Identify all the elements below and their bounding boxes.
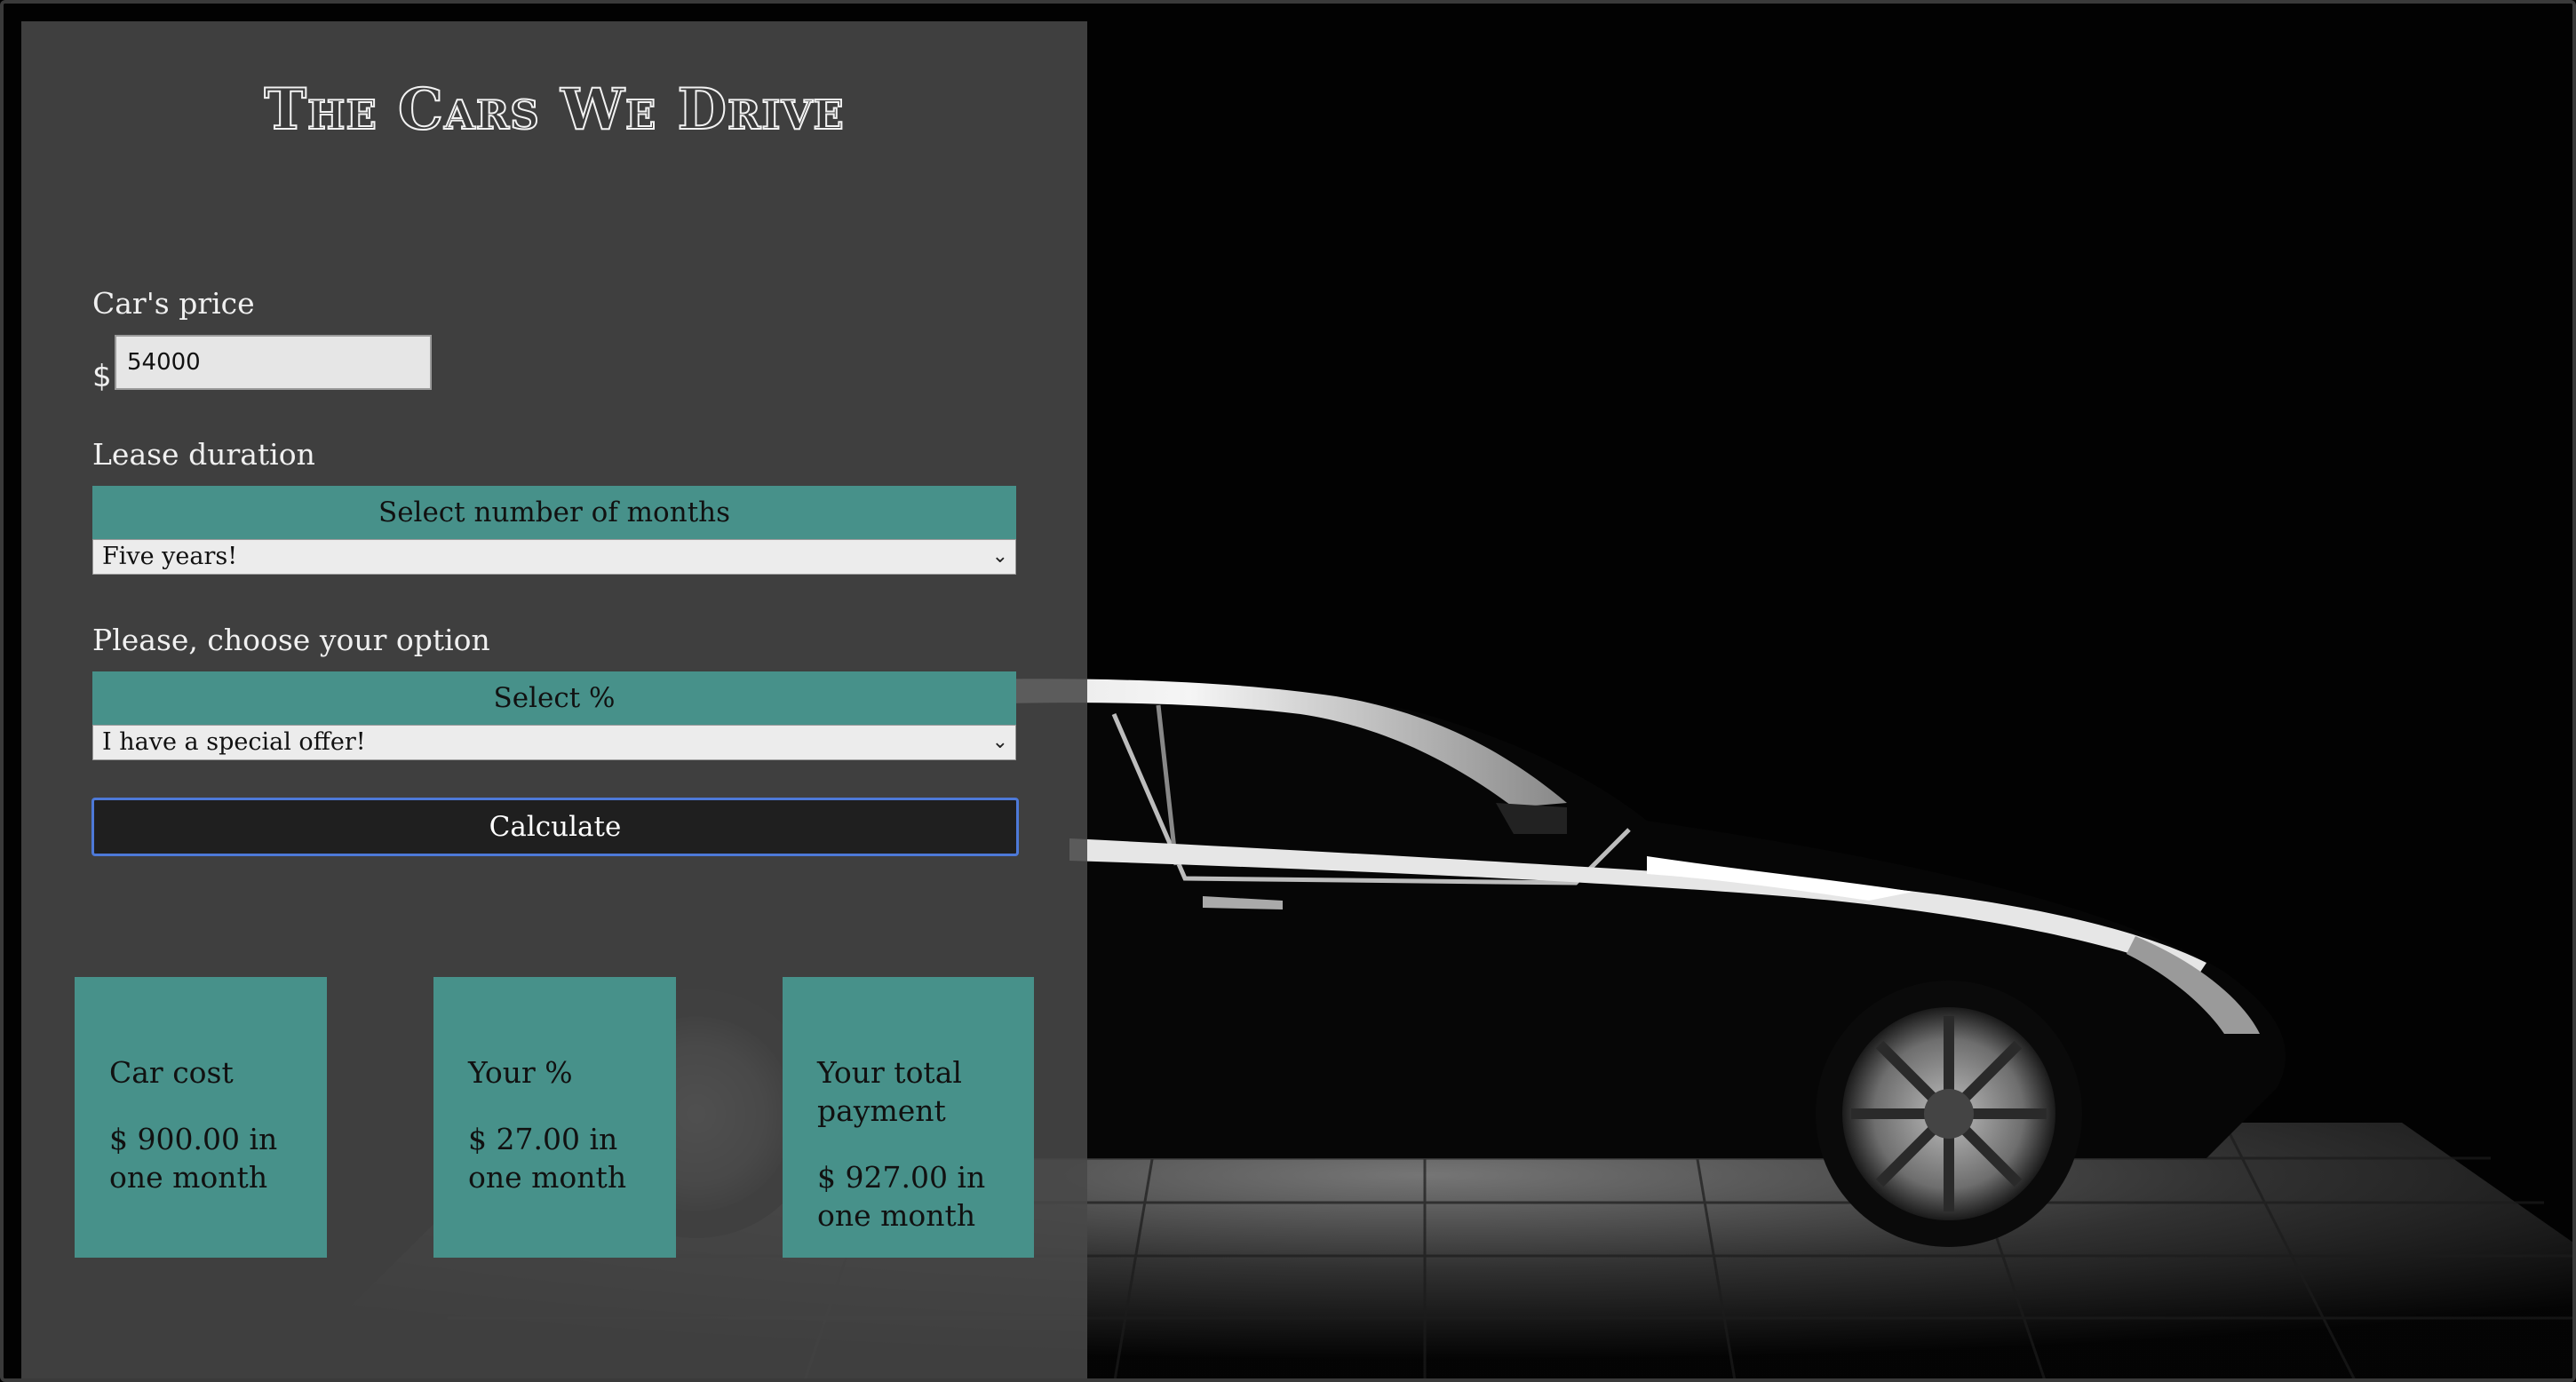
lease-duration-label: Lease duration (92, 437, 315, 472)
percent-option-selected: I have a special offer! (102, 728, 366, 756)
calculator-panel: The Cars We Drive Car's price $ 54000 Le… (21, 21, 1087, 1378)
interest-title: Your % (468, 1055, 573, 1090)
interest-card: Your % $ 27.00 in one month (433, 977, 676, 1258)
interest-value: $ 27.00 in one month (468, 1122, 627, 1195)
calculate-button[interactable]: Calculate (91, 798, 1019, 856)
percent-option-select[interactable]: I have a special offer! ⌄ (92, 725, 1016, 760)
currency-symbol: $ (92, 359, 112, 394)
percent-select-header: Select % (92, 671, 1016, 725)
page-title: The Cars We Drive (263, 75, 845, 144)
car-cost-value: $ 900.00 in one month (109, 1122, 278, 1195)
total-payment-title: Your total payment (817, 1055, 962, 1128)
app-window: The Cars We Drive Car's price $ 54000 Le… (0, 0, 2576, 1382)
car-cost-title: Car cost (109, 1055, 234, 1090)
total-payment-card: Your total payment $ 927.00 in one month (783, 977, 1034, 1258)
chevron-down-icon: ⌄ (991, 731, 1008, 753)
price-input[interactable]: 54000 (115, 335, 432, 390)
option-label: Please, choose your option (92, 623, 490, 657)
price-input-value: 54000 (127, 349, 201, 376)
car-cost-card: Car cost $ 900.00 in one month (75, 977, 327, 1258)
chevron-down-icon: ⌄ (991, 545, 1008, 568)
lease-duration-select[interactable]: Five years! ⌄ (92, 539, 1016, 575)
lease-duration-selected: Five years! (102, 543, 238, 570)
lease-select-header: Select number of months (92, 486, 1016, 539)
total-payment-value: $ 927.00 in one month (817, 1160, 986, 1233)
price-label: Car's price (92, 286, 255, 321)
